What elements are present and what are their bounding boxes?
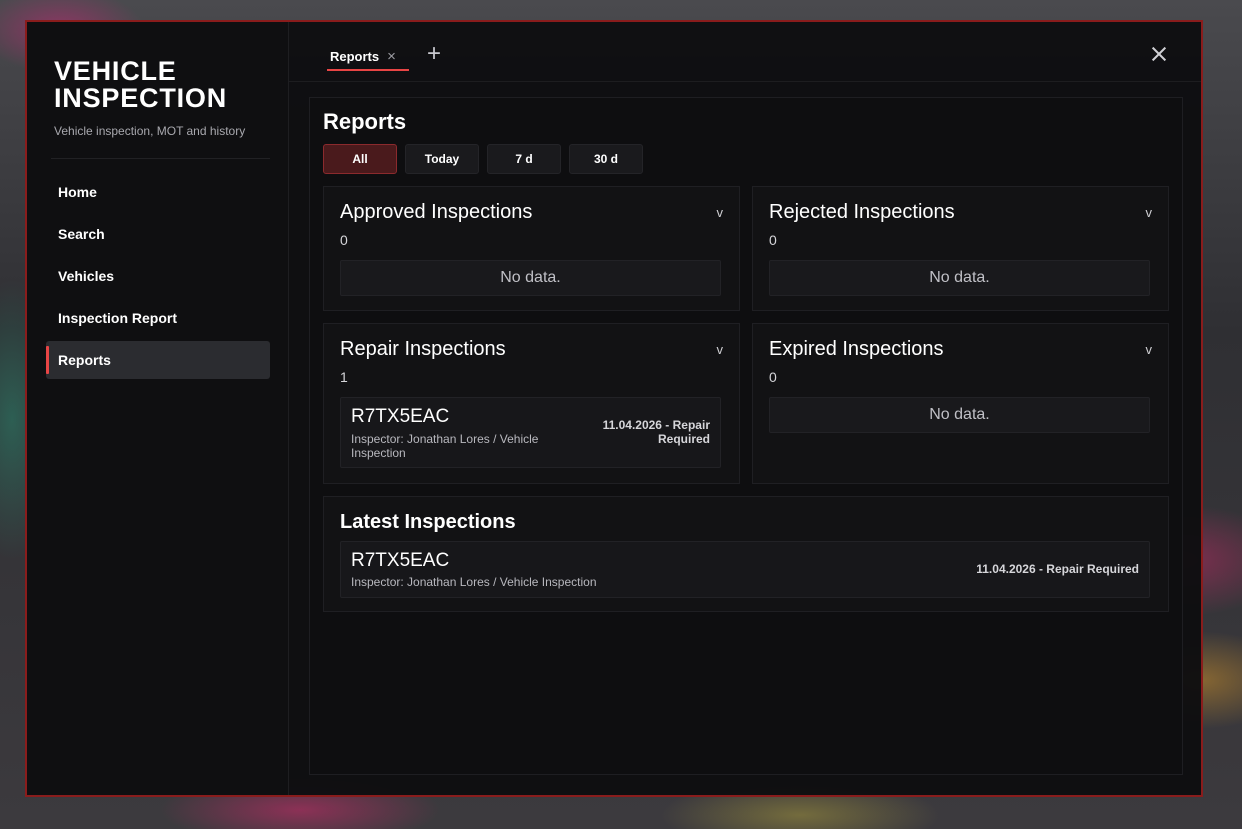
sidebar: VEHICLE INSPECTION Vehicle inspection, M…: [27, 22, 289, 795]
sidebar-item-label: Reports: [58, 352, 111, 368]
filter-all-button[interactable]: All: [323, 144, 397, 174]
tab-reports[interactable]: Reports ×: [327, 40, 399, 72]
card-title: Latest Inspections: [340, 511, 516, 533]
list-item[interactable]: R7TX5EAC Inspector: Jonathan Lores / Veh…: [340, 541, 1150, 598]
card-title: Expired Inspections: [769, 338, 944, 360]
status-badge: 11.04.2026 - Repair Required: [602, 418, 710, 446]
add-tab-icon[interactable]: +: [427, 42, 441, 66]
approved-inspections-card: Approved Inspections v 0 No data.: [323, 186, 740, 311]
chevron-down-icon[interactable]: v: [717, 342, 724, 357]
filter-7d-button[interactable]: 7 d: [487, 144, 561, 174]
rejected-inspections-card: Rejected Inspections v 0 No data.: [752, 186, 1169, 311]
date-filter-group: All Today 7 d 30 d: [323, 144, 643, 174]
sidebar-item-label: Inspection Report: [58, 310, 178, 326]
sidebar-item-search[interactable]: Search: [46, 215, 270, 253]
card-count: 1: [340, 369, 348, 385]
plate-number: R7TX5EAC: [351, 550, 450, 571]
sidebar-item-label: Search: [58, 226, 105, 242]
active-tab-indicator: [327, 69, 409, 71]
close-icon[interactable]: [1149, 44, 1169, 64]
card-count: 0: [769, 232, 777, 248]
status-badge: 11.04.2026 - Repair Required: [976, 562, 1139, 576]
filter-30d-button[interactable]: 30 d: [569, 144, 643, 174]
repair-inspections-card: Repair Inspections v 1 R7TX5EAC Inspecto…: [323, 323, 740, 484]
chevron-down-icon[interactable]: v: [1146, 205, 1153, 220]
inspection-window: VEHICLE INSPECTION Vehicle inspection, M…: [25, 20, 1203, 797]
tab-close-icon[interactable]: ×: [387, 48, 396, 65]
empty-state: No data.: [769, 260, 1150, 296]
sidebar-item-home[interactable]: Home: [46, 173, 270, 211]
reports-panel: Reports All Today 7 d 30 d Approved Insp…: [309, 97, 1183, 775]
card-title: Repair Inspections: [340, 338, 506, 360]
sidebar-item-reports[interactable]: Reports: [46, 341, 270, 379]
sidebar-item-vehicles[interactable]: Vehicles: [46, 257, 270, 295]
sidebar-nav: Home Search Vehicles Inspection Report R…: [27, 173, 288, 379]
card-count: 0: [769, 369, 777, 385]
latest-inspections-card: Latest Inspections R7TX5EAC Inspector: J…: [323, 496, 1169, 612]
page-title: Reports: [323, 109, 407, 134]
tab-label: Reports: [330, 48, 380, 64]
inspector-info: Inspector: Jonathan Lores / Vehicle Insp…: [351, 432, 539, 460]
main-area: Reports × + Reports All Today 7 d 30 d A…: [289, 22, 1201, 795]
app-title: VEHICLE INSPECTION: [54, 56, 228, 113]
empty-state: No data.: [340, 260, 721, 296]
list-item[interactable]: R7TX5EAC Inspector: Jonathan Lores / Veh…: [340, 397, 721, 468]
plate-number: R7TX5EAC: [351, 406, 450, 427]
chevron-down-icon[interactable]: v: [717, 205, 724, 220]
card-count: 0: [340, 232, 348, 248]
inspector-info: Inspector: Jonathan Lores / Vehicle Insp…: [351, 575, 597, 589]
sidebar-item-inspection-report[interactable]: Inspection Report: [46, 299, 270, 337]
empty-state: No data.: [769, 397, 1150, 433]
card-title: Approved Inspections: [340, 201, 533, 223]
card-title: Rejected Inspections: [769, 201, 955, 223]
filter-today-button[interactable]: Today: [405, 144, 479, 174]
sidebar-item-label: Vehicles: [58, 268, 115, 284]
sidebar-divider: [51, 158, 270, 159]
app-subtitle: Vehicle inspection, MOT and history: [54, 124, 246, 138]
tab-bar: Reports × +: [289, 22, 1201, 82]
sidebar-item-label: Home: [58, 184, 97, 200]
expired-inspections-card: Expired Inspections v 0 No data.: [752, 323, 1169, 484]
chevron-down-icon[interactable]: v: [1146, 342, 1153, 357]
